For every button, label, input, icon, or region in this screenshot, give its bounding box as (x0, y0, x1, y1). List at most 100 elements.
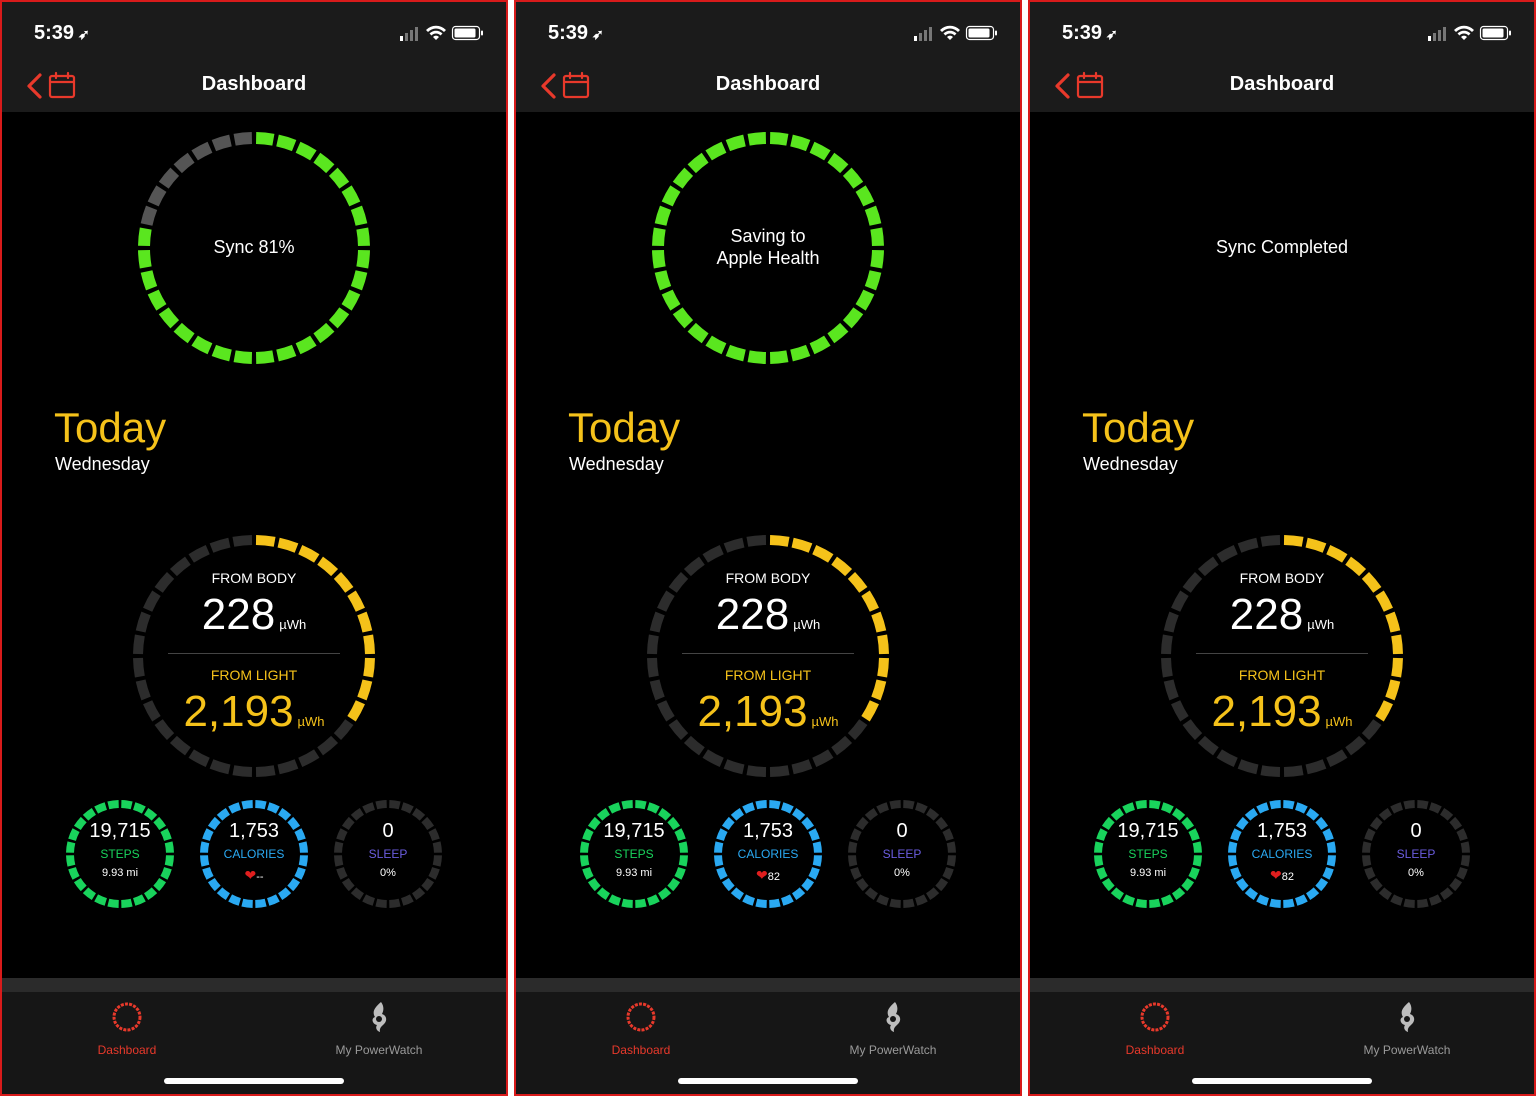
sleep-ring-segment (421, 877, 435, 892)
phone-screen-1: 5:39 ➶ Dashboard Sync 81% Today Wednesda… (0, 0, 508, 1096)
sleep-ring-segment (1417, 898, 1429, 908)
sleep-ring-segment (925, 887, 940, 901)
from-light-label: FROM LIGHT (210, 667, 298, 683)
sleep-ring-segment (1417, 800, 1429, 810)
calories-ring-segment (755, 898, 767, 908)
calories-ring[interactable]: 1,753 CALORIES ❤82 (712, 798, 824, 910)
energy-gauge[interactable]: FROM BODY 228 µWh FROM LIGHT 2,193 µWh (130, 532, 378, 780)
steps-ring-segment (657, 807, 672, 821)
steps-ring[interactable]: 19,715 STEPS 9.93 mi (578, 798, 690, 910)
sync-status-text: Sync 81% (213, 237, 295, 258)
sleep-ring-segment (1390, 802, 1404, 814)
battery-icon (965, 25, 997, 41)
sleep-percent: 0% (380, 867, 396, 879)
energy-ring-segment (1237, 759, 1259, 775)
sleep-ring-segment (375, 800, 387, 810)
sleep-label: SLEEP (882, 847, 922, 861)
tab-my-powerwatch[interactable]: My PowerWatch (299, 1000, 459, 1057)
sleep-ring-segment (855, 877, 869, 892)
page-title: Dashboard (715, 73, 821, 95)
sleep-ring-segment (411, 807, 426, 821)
heart-icon: ❤ (1270, 867, 1282, 883)
tab-dashboard-label: Dashboard (97, 1043, 157, 1057)
dashboard-ring-icon (626, 1002, 656, 1032)
sleep-ring-segment (1403, 800, 1415, 810)
calories-label: CALORIES (737, 847, 799, 861)
steps-ring-segment (667, 877, 681, 892)
sleep-ring-segment (411, 887, 426, 901)
heart-rate: ❤82 (1226, 867, 1338, 884)
powerwatch-flame-icon (1400, 1002, 1415, 1032)
energy-ring-segment (298, 545, 320, 563)
powerwatch-flame-icon (372, 1002, 387, 1032)
calories-ring-segment (216, 887, 231, 901)
energy-gauge[interactable]: FROM BODY 228 µWh FROM LIGHT 2,193 µWh (644, 532, 892, 780)
steps-ring[interactable]: 19,715 STEPS 9.93 mi (64, 798, 176, 910)
status-icons (1428, 25, 1511, 41)
sleep-ring-segment (1439, 807, 1454, 821)
sleep-ring-segment (864, 807, 879, 821)
sleep-percent: 0% (1408, 867, 1424, 879)
energy-ring-segment (1283, 535, 1304, 547)
nav-bar: Dashboard (1030, 62, 1534, 112)
steps-ring-segment (1149, 800, 1161, 810)
energy-ring-segment (791, 759, 813, 775)
tab-dashboard[interactable]: Dashboard (1075, 1000, 1235, 1057)
calories-ring-segment (1294, 802, 1308, 814)
sleep-ring[interactable]: 0 SLEEP 0% (1360, 798, 1472, 910)
energy-gauge[interactable]: FROM BODY 228 µWh FROM LIGHT 2,193 µWh (1158, 532, 1406, 780)
heart-icon: ❤ (244, 867, 257, 883)
sleep-ring[interactable]: 0 SLEEP 0% (846, 798, 958, 910)
sleep-ring-segment (341, 877, 355, 892)
tab-dashboard[interactable]: Dashboard (47, 1000, 207, 1057)
calories-ring-segment (769, 898, 781, 908)
calories-ring-segment (216, 807, 231, 821)
calories-ring[interactable]: 1,753 CALORIES ❤82 (1226, 798, 1338, 910)
steps-ring-segment (132, 894, 146, 906)
energy-ring-segment (702, 749, 724, 767)
steps-ring-segment (608, 894, 622, 906)
calories-ring-segment (228, 802, 242, 814)
powerwatch-flame-icon (886, 1002, 901, 1032)
calories-ring-segment (1305, 887, 1320, 901)
tab-separator (2, 978, 506, 992)
steps-ring-segment (107, 898, 119, 908)
calories-ring[interactable]: 1,753 CALORIES ❤-- (198, 798, 310, 910)
energy-ring-segment (317, 735, 339, 756)
signal-icon (914, 27, 932, 41)
energy-ring-segment (232, 765, 253, 777)
calories-ring-segment (1294, 894, 1308, 906)
energy-ring-segment (1216, 545, 1238, 563)
steps-ring-segment (107, 800, 119, 810)
calories-ring-segment (791, 887, 806, 901)
sleep-ring-segment (362, 894, 376, 906)
home-indicator (164, 1078, 344, 1084)
location-arrow-icon: ➶ (78, 26, 90, 42)
steps-ring-segment (132, 802, 146, 814)
steps-ring[interactable]: 19,715 STEPS 9.93 mi (1092, 798, 1204, 910)
weekday-label: Wednesday (569, 454, 664, 474)
location-arrow-icon: ➶ (592, 26, 604, 42)
tab-my-powerwatch[interactable]: My PowerWatch (1327, 1000, 1487, 1057)
calories-ring-segment (791, 807, 806, 821)
calories-ring-segment (277, 807, 292, 821)
energy-ring-segment (746, 765, 767, 777)
dashboard-ring-icon (1140, 1002, 1170, 1032)
calories-ring-segment (1256, 802, 1270, 814)
tab-dashboard-label: Dashboard (1125, 1043, 1185, 1057)
energy-ring-segment (723, 537, 745, 553)
from-body-label: FROM BODY (1239, 570, 1325, 586)
energy-ring-segment (791, 537, 813, 553)
tab-my-powerwatch[interactable]: My PowerWatch (813, 1000, 973, 1057)
steps-ring-segment (621, 800, 633, 810)
tab-my-powerwatch-label: My PowerWatch (849, 1043, 937, 1057)
energy-ring-segment (277, 537, 299, 553)
from-light-label: FROM LIGHT (1238, 667, 1326, 683)
calories-label: CALORIES (1251, 847, 1313, 861)
energy-divider (168, 653, 340, 654)
calories-label: CALORIES (223, 847, 285, 861)
tab-dashboard[interactable]: Dashboard (561, 1000, 721, 1057)
energy-ring-segment (1216, 749, 1238, 767)
sleep-ring[interactable]: 0 SLEEP 0% (332, 798, 444, 910)
calories-ring-segment (780, 894, 794, 906)
